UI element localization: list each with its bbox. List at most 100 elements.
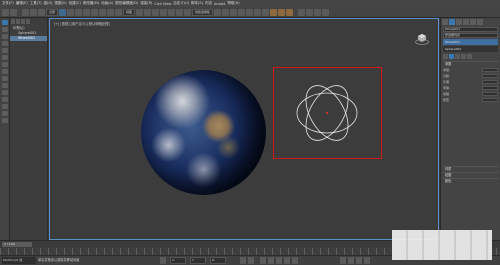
filter-geometry-icon[interactable] [1, 48, 8, 53]
schematic-view-icon[interactable] [254, 8, 262, 16]
parameters-rollout[interactable]: 参数 [443, 61, 498, 66]
param-squash-value[interactable] [482, 97, 498, 102]
menu-item-14[interactable]: Arnold [214, 2, 225, 6]
pan-icon[interactable] [348, 257, 354, 264]
explorer-sort-icon[interactable] [21, 19, 25, 24]
menu-item-2[interactable]: 工具(T) [30, 1, 42, 6]
keyboard-shortcut-toggle-icon[interactable] [152, 8, 160, 16]
menu-item-6[interactable]: 修改器(M) [83, 1, 99, 6]
viewcube-icon[interactable] [415, 33, 429, 45]
lock-selection-icon[interactable] [160, 257, 166, 264]
render-production-icon[interactable] [286, 8, 294, 16]
mirror-icon[interactable] [214, 8, 222, 16]
rendered-frame-window-icon[interactable] [278, 8, 286, 16]
toolbar-icon-a[interactable] [298, 8, 306, 16]
earth-sphere[interactable] [141, 70, 266, 195]
redo-icon[interactable] [10, 8, 17, 16]
display-tool-icon[interactable] [1, 27, 8, 32]
filter-bones-icon[interactable] [1, 104, 8, 109]
stack-item-sphere[interactable]: Sphere001 [443, 46, 498, 52]
next-frame-icon[interactable] [284, 257, 290, 264]
menu-item-12[interactable]: 脚本(S) [191, 1, 203, 6]
align-icon[interactable] [222, 8, 230, 16]
toolbar-icon-c[interactable] [314, 8, 322, 16]
param-segments-value[interactable] [482, 73, 498, 78]
zoom-icon[interactable] [340, 257, 346, 264]
y-coordinate-field[interactable]: Y: [190, 257, 206, 264]
menu-item-3[interactable]: 组(G) [44, 1, 53, 6]
menu-item-9[interactable]: 渲染(R) [140, 1, 152, 6]
filter-all-icon[interactable] [1, 118, 8, 123]
freeze-tool-icon[interactable] [1, 41, 8, 46]
material-editor-icon[interactable] [262, 8, 270, 16]
play-icon[interactable] [276, 257, 282, 264]
orbit-icon[interactable] [356, 257, 362, 264]
hide-tool-icon[interactable] [1, 34, 8, 39]
viewport-label[interactable]: [+] [透视] [用户定义] [默认明暗处理] [54, 21, 110, 26]
select-tool-icon[interactable] [1, 20, 8, 25]
filter-shapes-icon[interactable] [1, 55, 8, 60]
maxscript-listener[interactable]: MAXScript 迷 [2, 257, 36, 264]
filter-lights-icon[interactable] [1, 62, 8, 67]
auto-key-icon[interactable] [240, 257, 246, 264]
render-setup-icon[interactable] [270, 8, 278, 16]
z-coordinate-field[interactable]: Z: [210, 257, 226, 264]
curve-editor-icon[interactable] [246, 8, 254, 16]
select-scale-icon[interactable] [107, 8, 115, 16]
menu-item-8[interactable]: 图形编辑器(D) [115, 1, 138, 6]
set-key-icon[interactable] [248, 257, 254, 264]
go-to-start-icon[interactable] [260, 257, 266, 264]
filter-cameras-icon[interactable] [1, 69, 8, 74]
hierarchy-tab-icon[interactable] [456, 19, 462, 25]
param-radius-value[interactable] [482, 67, 498, 72]
angle-snap-icon[interactable] [168, 8, 176, 16]
window-crossing-icon[interactable] [83, 8, 91, 16]
undo-icon[interactable] [2, 8, 9, 16]
percent-snap-icon[interactable] [176, 8, 184, 16]
unlink-icon[interactable] [30, 8, 37, 16]
stack-item-wheel[interactable]: Wheel001 [443, 39, 498, 45]
explorer-options-icon[interactable] [26, 19, 30, 24]
filter-spacewarps-icon[interactable] [1, 83, 8, 88]
time-slider[interactable]: 0 / 100 [2, 242, 32, 247]
rectangle-selection-icon[interactable] [75, 8, 83, 16]
snaps-toggle-icon[interactable] [160, 8, 168, 16]
menu-item-15[interactable]: 帮助(H) [227, 1, 239, 6]
menu-item-11[interactable]: 自定义(U) [173, 1, 189, 6]
param-chop-value[interactable] [482, 91, 498, 96]
pin-stack-icon[interactable] [443, 54, 448, 59]
param-hemisphere-value[interactable] [482, 85, 498, 90]
toolbar-icon-d[interactable] [322, 8, 330, 16]
perspective-viewport[interactable]: [+] [透视] [用户定义] [默认明暗处理] [49, 18, 439, 240]
menu-item-13[interactable]: 内容 [205, 1, 212, 6]
place-icon[interactable] [115, 8, 123, 16]
pivot-center-icon[interactable] [136, 8, 144, 16]
previous-frame-icon[interactable] [268, 257, 274, 264]
maximize-viewport-icon[interactable] [364, 257, 370, 264]
menu-item-4[interactable]: 视图(V) [55, 1, 67, 6]
scene-explorer-icon[interactable] [238, 8, 246, 16]
rollout-color[interactable]: 颜色 [443, 178, 498, 183]
toolbar-icon-b[interactable] [306, 8, 314, 16]
spinner-snap-icon[interactable] [184, 8, 192, 16]
reference-coordinate-dropdown[interactable]: 视图 [123, 8, 136, 16]
param-smooth-value[interactable] [482, 79, 498, 84]
filter-helpers-icon[interactable] [1, 76, 8, 81]
filter-groups-icon[interactable] [1, 90, 8, 95]
x-coordinate-field[interactable]: X: [170, 257, 186, 264]
show-end-result-icon[interactable] [449, 54, 454, 59]
select-manipulate-icon[interactable] [144, 8, 152, 16]
object-name-field[interactable]: Wheel001 [443, 27, 498, 32]
link-icon[interactable] [22, 8, 29, 16]
utilities-tab-icon[interactable] [477, 19, 483, 25]
create-tab-icon[interactable] [442, 19, 448, 25]
menu-item-5[interactable]: 创建(C) [69, 1, 81, 6]
named-selection-sets-dropdown[interactable]: 创建选择集 [192, 8, 214, 16]
filter-xrefs-icon[interactable] [1, 97, 8, 102]
explorer-item-wheel[interactable]: Wheel001 [10, 36, 47, 41]
explorer-search-icon[interactable] [16, 19, 20, 24]
menu-item-1[interactable]: 编辑(E) [16, 1, 28, 6]
layer-explorer-icon[interactable] [230, 8, 238, 16]
explorer-filter-icon[interactable] [11, 19, 15, 24]
motion-tab-icon[interactable] [463, 19, 469, 25]
